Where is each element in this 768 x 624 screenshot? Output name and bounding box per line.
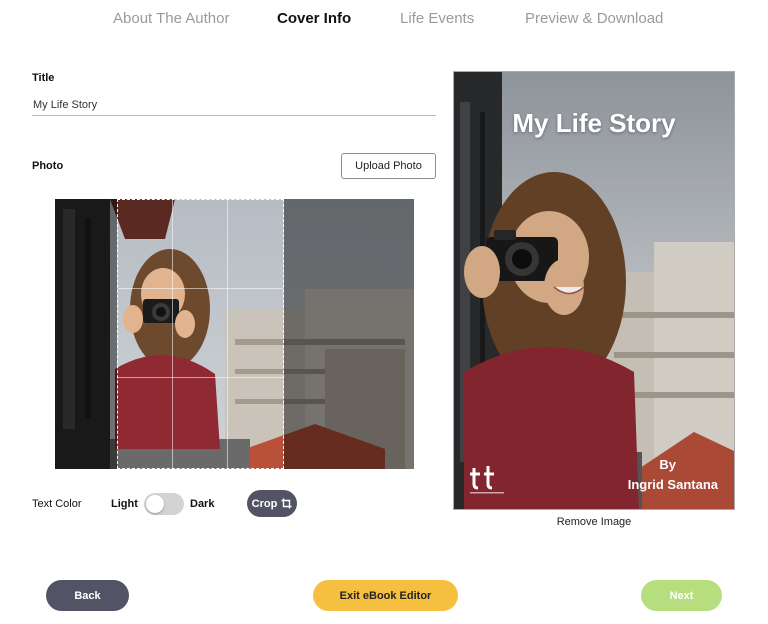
cover-author-name: Ingrid Santana [627, 477, 718, 492]
crop-button-label: Crop [251, 497, 278, 510]
crop-selection-box[interactable] [117, 199, 284, 469]
tab-cover-info[interactable]: Cover Info [277, 10, 351, 27]
cover-title: My Life Story [512, 108, 676, 138]
photo-crop-editor[interactable] [55, 199, 414, 469]
back-button[interactable]: Back [46, 580, 129, 611]
crop-icon [281, 498, 292, 509]
crop-button[interactable]: Crop [247, 490, 297, 517]
tab-preview-download[interactable]: Preview & Download [525, 10, 663, 27]
text-color-toggle[interactable] [144, 493, 184, 515]
text-color-label: Text Color [32, 498, 82, 510]
next-button[interactable]: Next [641, 580, 722, 611]
dark-label: Dark [190, 498, 215, 510]
crop-grid-line [226, 200, 228, 468]
crop-grid-line [118, 376, 283, 378]
tab-about-the-author[interactable]: About The Author [113, 10, 229, 27]
title-label: Title [32, 72, 55, 84]
upload-photo-button[interactable]: Upload Photo [341, 153, 436, 179]
light-label: Light [111, 498, 138, 510]
brand-logo-icon [470, 466, 504, 494]
toggle-knob [146, 495, 164, 513]
cover-by-label: By [659, 457, 676, 472]
exit-ebook-editor-button[interactable]: Exit eBook Editor [313, 580, 458, 611]
crop-grid-line [172, 200, 174, 468]
remove-image-link[interactable]: Remove Image [453, 516, 735, 528]
photo-label: Photo [32, 160, 64, 172]
tab-life-events[interactable]: Life Events [400, 10, 474, 27]
cover-preview: My Life Story By Ingrid Santana [453, 71, 735, 510]
title-input[interactable] [32, 94, 436, 116]
step-tabs: About The Author Cover Info Life Events … [0, 10, 768, 32]
crop-grid-line [118, 288, 283, 290]
